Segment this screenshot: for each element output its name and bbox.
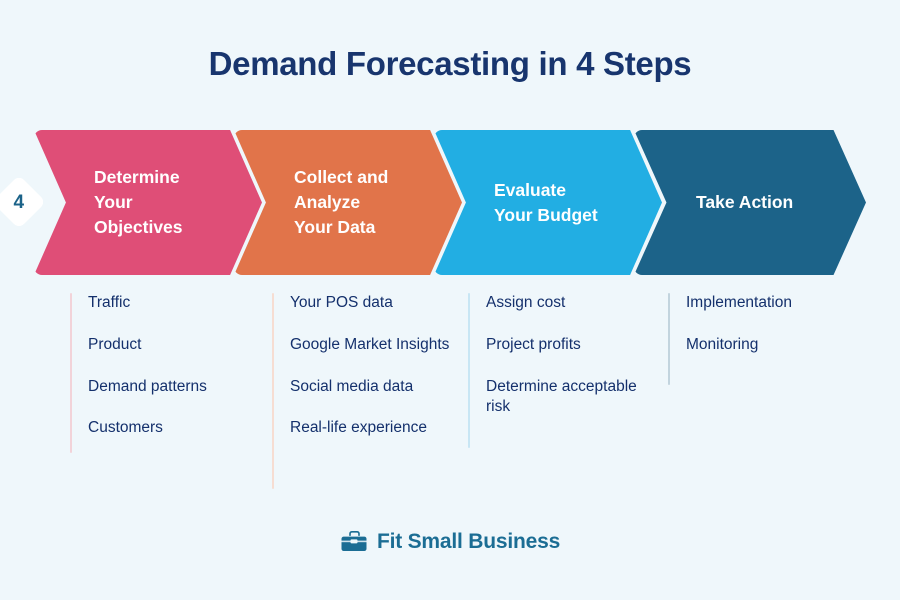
chevron-shape-1 xyxy=(34,130,262,275)
step-detail-column-2: Your POS data Google Market Insights Soc… xyxy=(272,293,472,489)
list-item: Assign cost xyxy=(486,294,566,311)
list-item: Project profits xyxy=(486,335,581,353)
list-item: Real-life experience xyxy=(290,419,427,437)
list-item: Monitoring xyxy=(686,335,759,353)
infographic-canvas: Demand Forecasting in 4 Steps Determine … xyxy=(0,0,900,600)
chevron-shape-3 xyxy=(434,130,662,275)
steps-chevron-band: Determine Your Objectives 1 Collect and … xyxy=(0,130,900,275)
list-item: Traffic xyxy=(88,294,131,311)
step-number-4: 4 xyxy=(13,191,25,213)
step-item-list-4: Implementation Monitoring xyxy=(686,293,873,356)
column-divider-2 xyxy=(272,293,274,489)
step-detail-column-3: Assign cost Project profits Determine ac… xyxy=(468,293,668,448)
list-item: Your POS data xyxy=(290,294,393,311)
column-divider-3 xyxy=(468,293,470,448)
brand-footer: Fit Small Business xyxy=(0,530,900,554)
step-detail-column-4: Implementation Monitoring xyxy=(668,293,873,385)
briefcase-icon xyxy=(340,530,368,554)
step-item-list-2: Your POS data Google Market Insights Soc… xyxy=(290,293,472,439)
list-item: Determine acceptable risk xyxy=(486,377,637,416)
list-item: Demand patterns xyxy=(88,377,207,395)
page-title: Demand Forecasting in 4 Steps xyxy=(208,45,692,82)
step-item-list-1: Traffic Product Demand patterns Customer… xyxy=(88,293,275,439)
step-chevron-3[interactable]: Evaluate Your Budget xyxy=(434,130,662,275)
chevron-shape-4 xyxy=(634,130,866,275)
list-item: Customers xyxy=(88,419,163,437)
brand-name: Fit Small Business xyxy=(376,530,561,553)
column-divider-1 xyxy=(70,293,72,453)
step-chevron-4[interactable]: Take Action xyxy=(634,130,866,275)
list-item: Implementation xyxy=(686,294,792,311)
list-item: Social media data xyxy=(290,377,414,395)
column-divider-4 xyxy=(668,293,670,385)
chevron-shape-2 xyxy=(234,130,462,275)
step-chevron-2[interactable]: Collect and Analyze Your Data xyxy=(234,130,462,275)
steps-detail-columns: Traffic Product Demand patterns Customer… xyxy=(0,293,900,498)
list-item: Product xyxy=(88,335,142,353)
list-item: Google Market Insights xyxy=(290,335,450,353)
step-chevron-1[interactable]: Determine Your Objectives xyxy=(34,130,262,275)
step-item-list-3: Assign cost Project profits Determine ac… xyxy=(486,293,668,418)
step-detail-column-1: Traffic Product Demand patterns Customer… xyxy=(70,293,275,460)
